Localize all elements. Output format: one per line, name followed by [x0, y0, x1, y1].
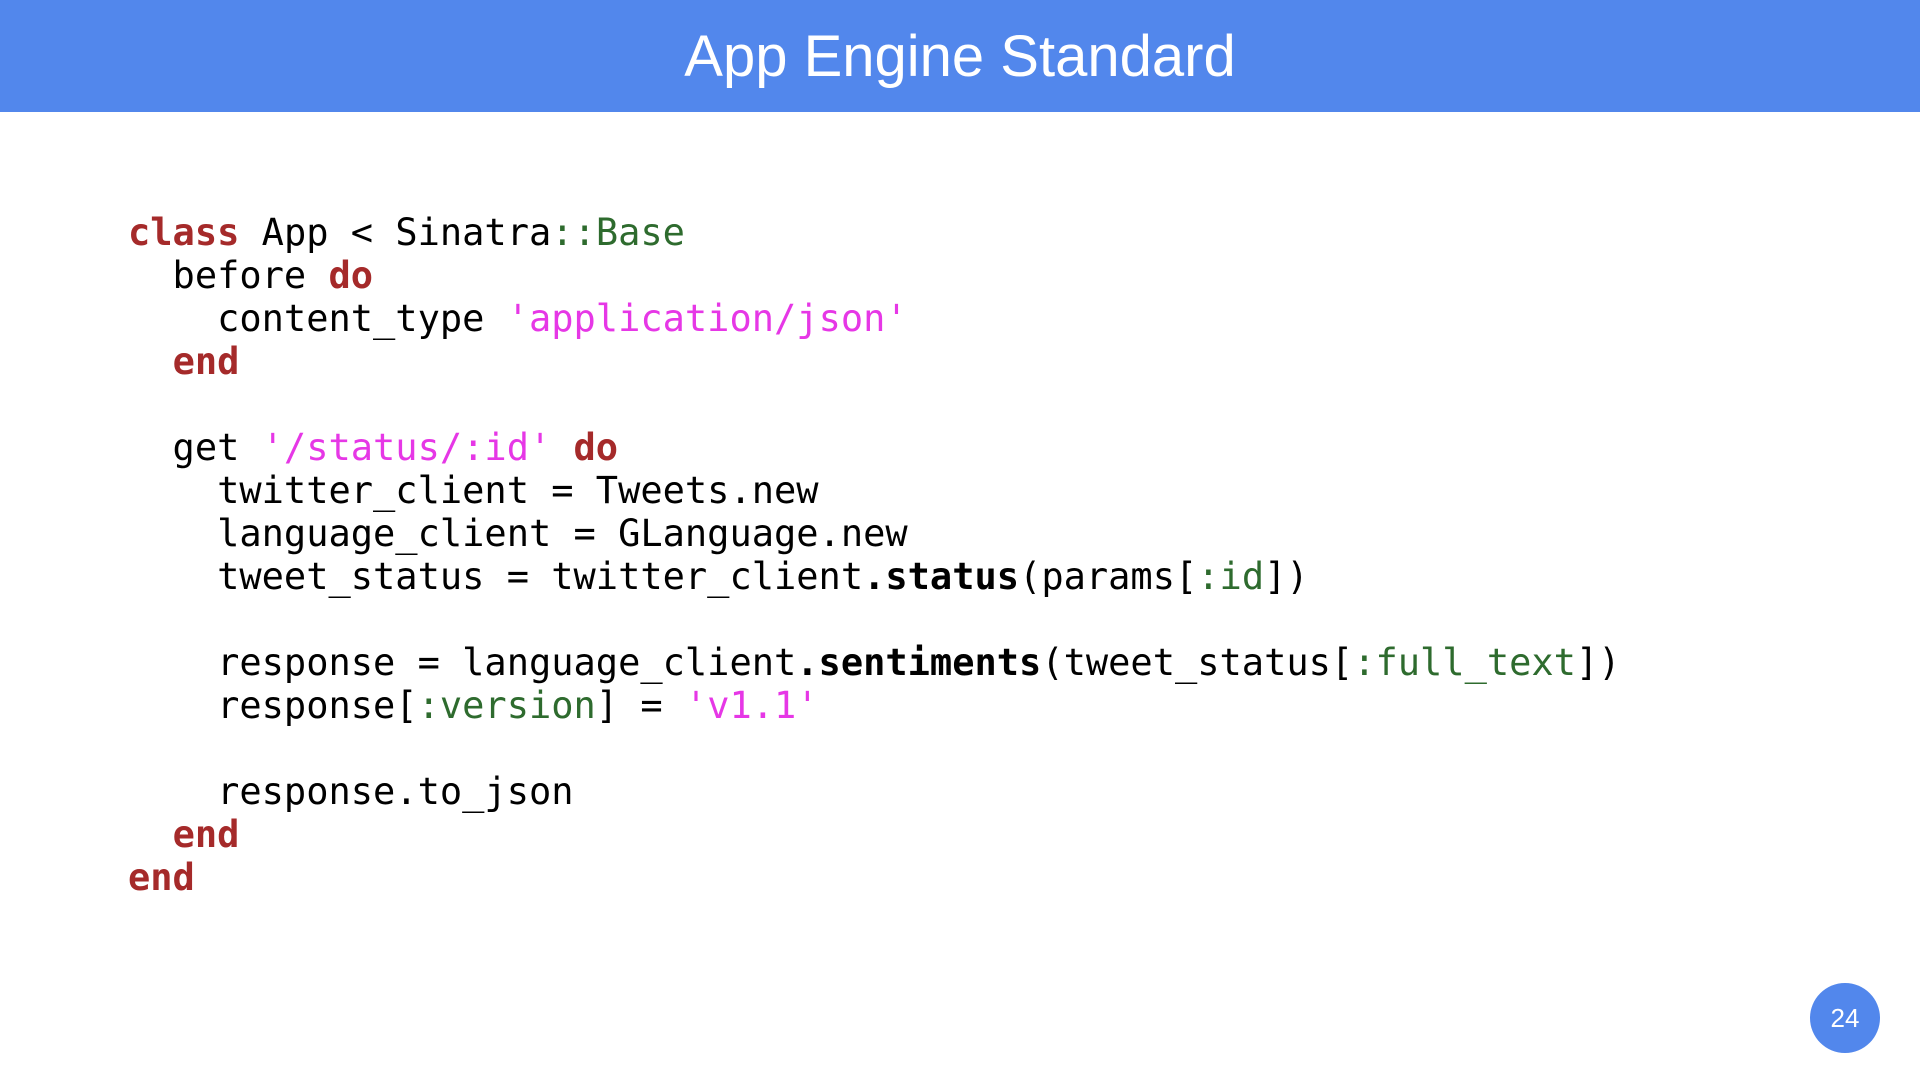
code-keyword: do: [328, 254, 374, 297]
code-keyword: end: [172, 340, 240, 383]
code-text: ] =: [595, 684, 685, 727]
code-symbol: ::Base: [551, 211, 685, 254]
code-block: class App < Sinatra::Base before do cont…: [128, 211, 1621, 899]
code-line: content_type 'application/json': [128, 297, 1621, 340]
code-string: 'application/json': [506, 297, 908, 340]
code-symbol: :id: [1197, 555, 1265, 598]
code-text: ]): [1575, 641, 1621, 684]
code-line: response.to_json: [128, 770, 1621, 813]
code-line: response[:version] = 'v1.1': [128, 684, 1621, 727]
code-text: App < Sinatra: [239, 211, 552, 254]
code-text: tweet_status = twitter_client: [128, 555, 864, 598]
slide: App Engine Standard class App < Sinatra:…: [0, 0, 1920, 1080]
code-line: before do: [128, 254, 1621, 297]
code-text: content_type: [128, 297, 507, 340]
code-text: response = language_client: [128, 641, 797, 684]
code-line: end: [128, 813, 1621, 856]
code-keyword: end: [128, 856, 195, 899]
slide-title: App Engine Standard: [684, 23, 1236, 89]
code-keyword: class: [128, 211, 240, 254]
code-text: get: [128, 426, 262, 469]
code-text: language_client = GLanguage.new: [128, 512, 908, 555]
code-text: (tweet_status[: [1041, 641, 1354, 684]
code-text: before: [128, 254, 329, 297]
code-string: '/status/:id': [261, 426, 552, 469]
code-text: response[: [128, 684, 418, 727]
code-method: .sentiments: [796, 641, 1042, 684]
page-number: 24: [1830, 1002, 1860, 1033]
code-keyword: end: [172, 813, 240, 856]
code-text: response.to_json: [128, 770, 574, 813]
code-line: get '/status/:id' do: [128, 426, 1621, 469]
code-symbol: :full_text: [1353, 641, 1576, 684]
code-line: tweet_status = twitter_client.status(par…: [128, 555, 1621, 598]
code-line: end: [128, 340, 1621, 383]
title-bar: App Engine Standard: [0, 0, 1920, 112]
code-line: end: [128, 856, 1621, 899]
code-text: (params[: [1019, 555, 1198, 598]
code-text: twitter_client = Tweets.new: [128, 469, 819, 512]
code-symbol: :version: [417, 684, 596, 727]
code-line: class App < Sinatra::Base: [128, 211, 1621, 254]
code-line: language_client = GLanguage.new: [128, 512, 1621, 555]
code-string: 'v1.1': [684, 684, 819, 727]
code-line: twitter_client = Tweets.new: [128, 469, 1621, 512]
code-method: .status: [863, 555, 1020, 598]
code-text: ]): [1264, 555, 1309, 598]
code-keyword: do: [573, 426, 619, 469]
code-line: response = language_client.sentiments(tw…: [128, 641, 1621, 684]
page-number-badge: 24: [1810, 983, 1880, 1053]
